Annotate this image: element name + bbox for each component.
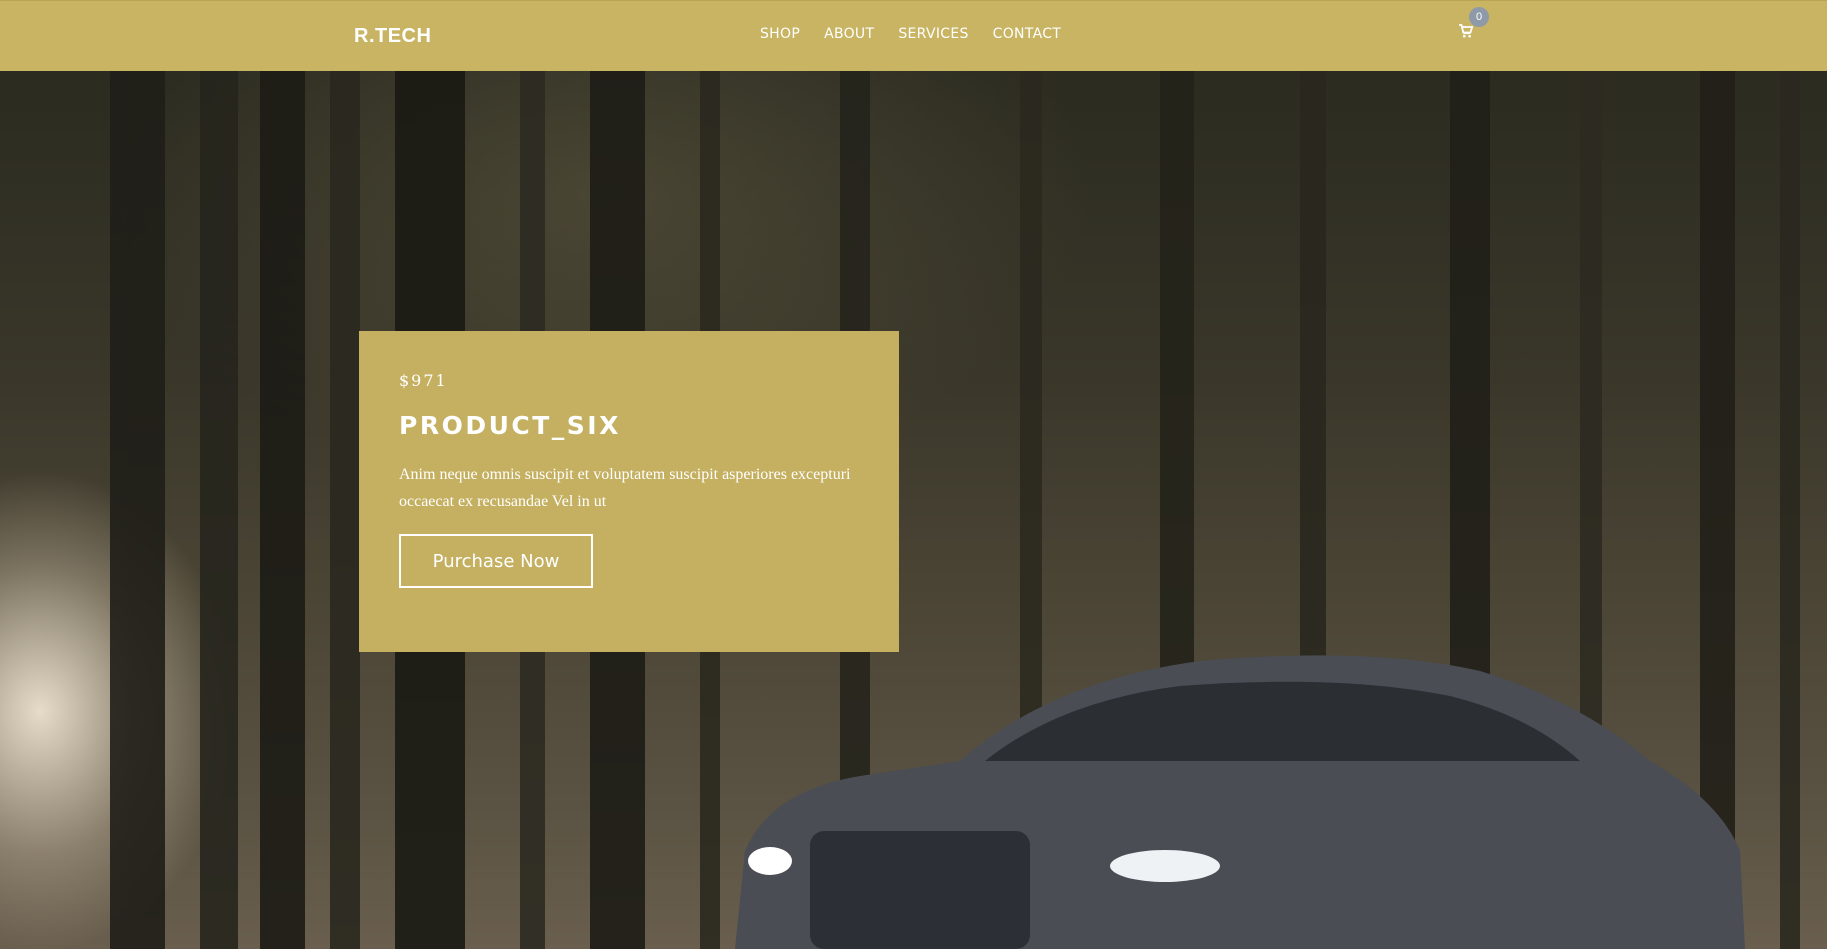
cart-count-badge: 0 [1469,7,1489,27]
main-nav: SHOP ABOUT SERVICES CONTACT [760,26,1085,42]
product-description: Anim neque omnis suscipit et voluptatem … [399,466,851,510]
top-navbar: R.TECH SHOP ABOUT SERVICES CONTACT 0 [0,0,1827,71]
product-promo-card: $971 PRODUCT_SIX Anim neque omnis suscip… [359,331,899,652]
brand-logo[interactable]: R.TECH [354,25,431,48]
nav-link-contact[interactable]: CONTACT [993,26,1062,42]
purchase-now-button[interactable]: Purchase Now [399,534,593,588]
forest-car-background-image [110,71,1800,949]
hero-banner: $971 PRODUCT_SIX Anim neque omnis suscip… [0,71,1827,949]
product-price: $971 [399,371,448,390]
nav-link-services[interactable]: SERVICES [898,26,968,42]
nav-link-shop[interactable]: SHOP [760,26,800,42]
product-title: PRODUCT_SIX [399,411,621,440]
nav-link-about[interactable]: ABOUT [824,26,874,42]
